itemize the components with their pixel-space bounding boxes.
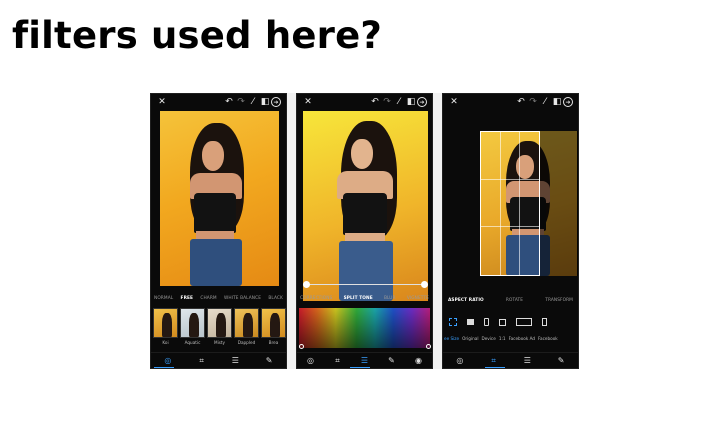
redo-icon[interactable]: ↷: [527, 94, 539, 110]
filter-thumbnails: [151, 308, 286, 338]
tab-corrections[interactable]: CORRECTIONS: [300, 295, 332, 303]
ratio-label: 1:1: [498, 336, 506, 341]
ratio-label: Original: [462, 336, 479, 341]
top-bar: ✕ ↶ ↷ ⁄ ◧ ➔: [151, 94, 286, 110]
ratio-label: Device: [481, 336, 496, 341]
highlight-picker-handle[interactable]: [299, 344, 304, 349]
phone-screen-split-tone: ✕ ↶ ↷ ⁄ ◧ ➔ CORRECTIONS SPLIT TONE BLUR …: [296, 93, 433, 369]
edited-photo: [303, 111, 428, 301]
bottom-toolbar: ◎ ⌗ ☰ ✎ ◉: [297, 352, 432, 368]
magic-wand-icon[interactable]: ⁄: [539, 94, 551, 110]
tab-charm[interactable]: CHARM: [200, 295, 216, 303]
free-size-icon[interactable]: [449, 318, 457, 326]
tab-transform[interactable]: TRANSFORM: [545, 297, 573, 305]
aspect-ratio-labels: ee Size Original Device 1:1 Facebook Ad …: [443, 336, 578, 342]
ratio-label: Facebook: [538, 336, 558, 341]
tab-rotate[interactable]: ROTATE: [506, 297, 523, 305]
filter-label: Misty: [213, 340, 226, 345]
tab-black[interactable]: BLACK: [268, 295, 283, 303]
tab-white-balance[interactable]: WHITE BALANCE: [224, 295, 261, 303]
filter-label: Brea: [268, 340, 279, 345]
edited-photo: [160, 111, 279, 286]
adjust-icon[interactable]: ☰: [520, 353, 534, 369]
ratio-label: ee Size: [444, 336, 460, 341]
filter-thumb-misty[interactable]: [207, 308, 232, 338]
split-tone-color-picker[interactable]: [299, 308, 430, 348]
compare-icon[interactable]: ◧: [405, 94, 417, 110]
compare-icon[interactable]: ◧: [551, 94, 563, 110]
adjust-tabs: CORRECTIONS SPLIT TONE BLUR VIGNETTE: [297, 295, 432, 303]
top-bar: ✕ ↶ ↷ ⁄ ◧ ➔: [443, 94, 578, 110]
undo-icon[interactable]: ↶: [515, 94, 527, 110]
crop-icon[interactable]: ⌗: [195, 353, 209, 369]
heal-icon[interactable]: ✎: [262, 353, 276, 369]
filter-label: Koi: [162, 340, 169, 345]
filter-thumb-brea[interactable]: [261, 308, 286, 338]
tab-free[interactable]: FREE: [181, 295, 194, 303]
phone-screen-crop: ✕ ↶ ↷ ⁄ ◧ ➔ ASPECT RATIO ROTATE TRANSFOR: [442, 93, 579, 369]
tab-aspect-ratio[interactable]: ASPECT RATIO: [448, 297, 484, 305]
heal-icon[interactable]: ✎: [554, 353, 568, 369]
ratio-label: Facebook Ad: [508, 336, 536, 341]
undo-icon[interactable]: ↶: [369, 94, 381, 110]
shadow-picker-handle[interactable]: [426, 344, 431, 349]
looks-icon[interactable]: ◎: [453, 353, 467, 369]
bottom-toolbar: ◎ ⌗ ☰ ✎: [443, 352, 578, 368]
close-icon[interactable]: ✕: [156, 94, 168, 110]
square-ratio-icon[interactable]: [499, 318, 506, 326]
phone-screen-looks: ✕ ↶ ↷ ⁄ ◧ ➔ NORMAL FREE CHARM WHITE BALA…: [150, 93, 287, 369]
facebook-ratio-icon[interactable]: [542, 318, 547, 326]
tab-vignette[interactable]: VIGNETTE: [407, 295, 429, 303]
crop-dimmed-area: [539, 131, 578, 276]
filter-label: Dappled: [237, 340, 256, 345]
question-heading: filters used here?: [12, 14, 383, 57]
tab-blur[interactable]: BLUR: [384, 295, 396, 303]
heal-icon[interactable]: ✎: [385, 353, 399, 369]
redo-icon[interactable]: ↷: [381, 94, 393, 110]
close-icon[interactable]: ✕: [302, 94, 314, 110]
crop-tabs: ASPECT RATIO ROTATE TRANSFORM: [443, 297, 578, 305]
aspect-ratio-options: [445, 318, 578, 326]
filter-category-tabs: NORMAL FREE CHARM WHITE BALANCE BLACK: [151, 295, 286, 303]
close-icon[interactable]: ✕: [448, 94, 460, 110]
crop-frame[interactable]: [480, 131, 540, 276]
tone-slider-track[interactable]: [305, 284, 424, 285]
magic-wand-icon[interactable]: ⁄: [393, 94, 405, 110]
magic-wand-icon[interactable]: ⁄: [247, 94, 259, 110]
screenshots-collage: ✕ ↶ ↷ ⁄ ◧ ➔ NORMAL FREE CHARM WHITE BALA…: [150, 93, 579, 369]
filter-thumb-aquatic[interactable]: [180, 308, 205, 338]
bottom-toolbar: ◎ ⌗ ☰ ✎: [151, 352, 286, 368]
filter-thumb-koi[interactable]: [153, 308, 178, 338]
filter-thumb-dappled[interactable]: [234, 308, 259, 338]
eye-icon[interactable]: ◉: [412, 353, 426, 369]
adjust-icon[interactable]: ☰: [228, 353, 242, 369]
device-ratio-icon[interactable]: [484, 318, 489, 326]
compare-icon[interactable]: ◧: [259, 94, 271, 110]
filter-label: Aquatic: [184, 340, 201, 345]
tone-slider-handle-right[interactable]: [421, 281, 428, 288]
next-arrow-icon[interactable]: ➔: [271, 97, 281, 107]
tab-split-tone[interactable]: SPLIT TONE: [344, 295, 373, 303]
tab-normal[interactable]: NORMAL: [154, 295, 173, 303]
tone-slider-handle-left[interactable]: [303, 281, 310, 288]
facebook-ad-ratio-icon[interactable]: [516, 318, 532, 326]
undo-icon[interactable]: ↶: [223, 94, 235, 110]
looks-icon[interactable]: ◎: [304, 353, 318, 369]
original-ratio-icon[interactable]: [467, 319, 474, 325]
crop-icon[interactable]: ⌗: [331, 353, 345, 369]
next-arrow-icon[interactable]: ➔: [417, 97, 427, 107]
next-arrow-icon[interactable]: ➔: [563, 97, 573, 107]
top-bar: ✕ ↶ ↷ ⁄ ◧ ➔: [297, 94, 432, 110]
filter-thumbnail-labels: Koi Aquatic Misty Dappled Brea: [151, 340, 286, 346]
redo-icon[interactable]: ↷: [235, 94, 247, 110]
